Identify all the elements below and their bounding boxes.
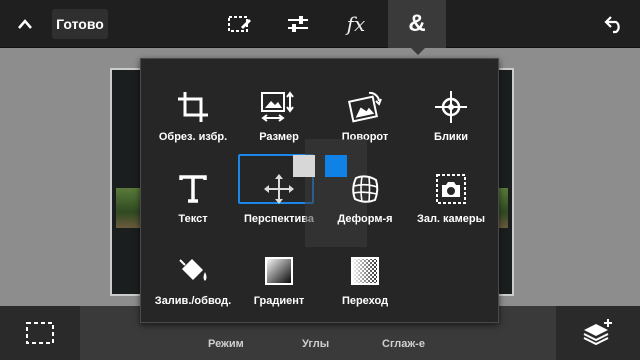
tool-label: Размер [259,131,299,143]
dashed-rect-icon [26,322,54,344]
tool-warp[interactable]: Деформ-я [323,155,407,233]
top-toolbar: Готово fx & [0,0,640,48]
bottom-item-smoothing[interactable]: Сглаж-е [382,338,425,350]
flare-icon [431,87,471,127]
tool-label: Деформ-я [337,213,393,225]
tool-flare[interactable]: Блики [409,73,493,151]
gradient-icon [259,251,299,291]
tools-panel: Обрез. избр. Размер Поворот Блики Текст … [140,58,499,323]
crop-icon [173,87,213,127]
camera-fill-icon [431,169,471,209]
selection-edit-icon [228,16,251,32]
tool-text[interactable]: Текст [151,155,235,233]
warp-grid-icon [345,169,385,209]
tool-crop[interactable]: Обрез. избр. [151,73,235,151]
bottom-item-corners[interactable]: Углы [302,338,329,350]
tool-label: Залив./обвод. [154,295,232,307]
bucket-icon [173,251,213,291]
tab-tools[interactable]: & [388,0,446,48]
tool-label: Переход [341,295,389,307]
tool-label: Текст [178,213,208,225]
tool-fill-stroke[interactable]: Залив./обвод. [151,237,235,315]
done-button[interactable]: Готово [52,9,108,39]
sliders-icon [288,16,308,32]
tab-adjust[interactable] [280,0,316,48]
tool-transition[interactable]: Переход [323,237,407,315]
rotate-icon [345,87,385,127]
tool-label: Блики [434,131,468,143]
selection-mode-button[interactable] [0,306,80,360]
tool-label: Обрез. избр. [158,131,228,143]
undo-icon [604,16,620,34]
tab-selection[interactable] [222,0,258,48]
undo-button[interactable] [596,0,632,48]
collapse-button[interactable] [8,0,42,48]
tool-camera-fill[interactable]: Зал. камеры [409,155,493,233]
chevron-up-icon [18,19,32,29]
bottom-item-mode[interactable]: Режим [208,338,244,350]
color-swatch-gray [293,155,315,177]
text-icon [173,169,213,209]
tool-label: Зал. камеры [416,213,486,225]
tab-effects[interactable]: fx [338,0,374,48]
app-window: Готово fx & Режим Углы Сглаж-е Обрез. из… [0,0,640,360]
layers-button[interactable] [556,306,640,360]
tool-label: Перспектива [243,213,314,225]
resize-icon [259,87,299,127]
active-tab-pointer [411,48,425,55]
layers-add-icon [583,319,612,346]
tool-label: Градиент [253,295,305,307]
transition-icon [345,251,385,291]
tool-gradient[interactable]: Градиент [237,237,321,315]
